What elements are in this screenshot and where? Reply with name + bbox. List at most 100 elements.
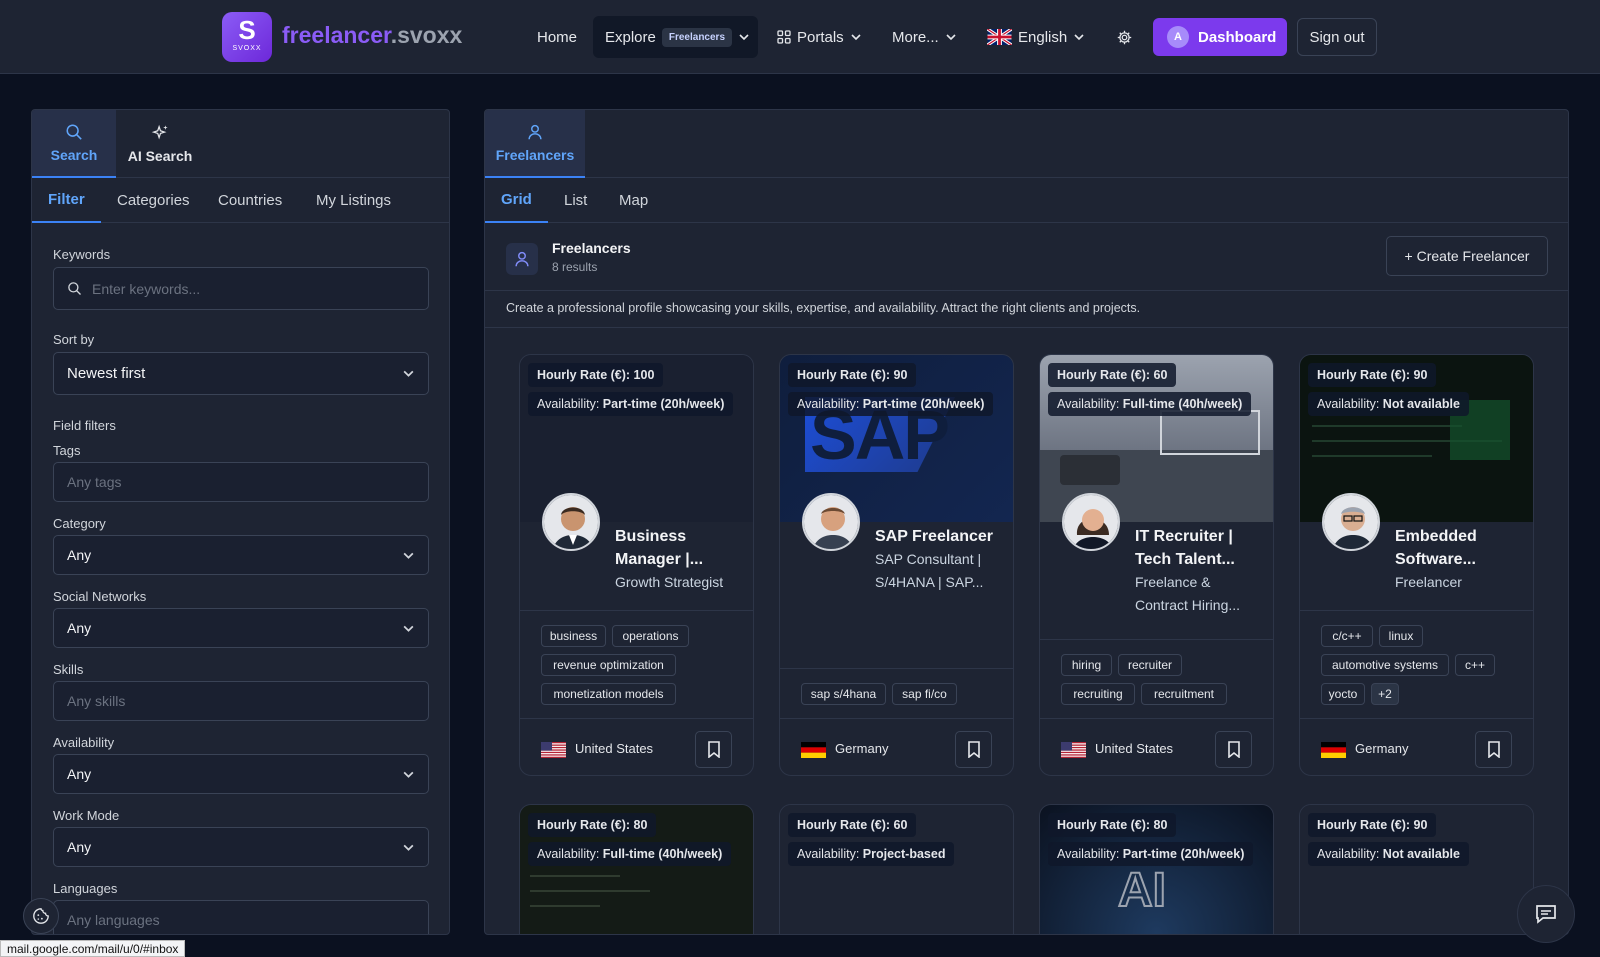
status-bar-url: mail.google.com/mail/u/0/#inbox bbox=[0, 940, 186, 957]
hourly-rate-badge: Hourly Rate (€): 90 bbox=[1308, 813, 1437, 837]
tab-countries[interactable]: Countries bbox=[202, 178, 298, 223]
tag[interactable]: yocto bbox=[1321, 683, 1365, 705]
skills-input[interactable]: Any skills bbox=[53, 681, 429, 721]
freelancer-card[interactable]: Hourly Rate (€): 80 Availability: Full-t… bbox=[519, 804, 754, 934]
category-select[interactable]: Any bbox=[53, 535, 429, 575]
bookmark-button[interactable] bbox=[695, 731, 732, 768]
availability-select[interactable]: Any bbox=[53, 754, 429, 794]
user-avatar: A bbox=[1167, 26, 1189, 48]
tab-grid[interactable]: Grid bbox=[485, 178, 548, 223]
field-filters-label: Field filters bbox=[53, 418, 116, 433]
tag[interactable]: c/c++ bbox=[1321, 625, 1373, 647]
nav-home[interactable]: Home bbox=[537, 16, 577, 58]
tag[interactable]: hiring bbox=[1061, 654, 1112, 676]
tag[interactable]: monetization models bbox=[541, 683, 676, 705]
freelancer-card[interactable]: Hourly Rate (€): 100 Availability: Part-… bbox=[519, 354, 754, 776]
language-selector[interactable]: English bbox=[987, 16, 1085, 58]
freelancer-card[interactable]: Hourly Rate (€): 60 Availability: Full-t… bbox=[1039, 354, 1274, 776]
sort-select[interactable]: Newest first bbox=[53, 352, 429, 395]
hourly-rate-badge: Hourly Rate (€): 90 bbox=[788, 363, 917, 387]
tags-label: Tags bbox=[53, 443, 81, 458]
bookmark-icon bbox=[967, 741, 981, 758]
chevron-down-icon bbox=[738, 31, 750, 43]
nav-more-dropdown[interactable]: More... bbox=[892, 16, 957, 58]
listing-type-tabs: Freelancers bbox=[485, 110, 1568, 178]
chevron-down-icon bbox=[402, 367, 415, 380]
results-description: Create a professional profile showcasing… bbox=[506, 301, 1141, 315]
nav-portals-dropdown[interactable]: Portals bbox=[777, 16, 862, 58]
chevron-down-icon bbox=[402, 622, 415, 635]
hourly-rate-badge: Hourly Rate (€): 80 bbox=[528, 813, 657, 837]
tag-list: sap s/4hana sap fi/co bbox=[780, 668, 1013, 718]
tab-ai-search[interactable]: AI Search bbox=[116, 110, 204, 178]
work-mode-label: Work Mode bbox=[53, 808, 120, 823]
freelancers-panel: Freelancers Grid List Map Freelancers 8 … bbox=[484, 109, 1569, 935]
tag[interactable]: automotive systems bbox=[1321, 654, 1449, 676]
tag[interactable]: recruitment bbox=[1141, 683, 1227, 705]
tag[interactable]: recruiting bbox=[1061, 683, 1135, 705]
freelancer-card[interactable]: SAP Hourly Rate (€): 90 Availability: Pa… bbox=[779, 354, 1014, 776]
tab-categories[interactable]: Categories bbox=[101, 178, 206, 223]
bookmark-icon bbox=[1227, 741, 1241, 758]
dashboard-button[interactable]: A Dashboard bbox=[1153, 18, 1287, 56]
more-tags-badge[interactable]: +2 bbox=[1371, 683, 1399, 705]
brand-logo[interactable]: S SVOXX bbox=[222, 12, 272, 62]
user-icon bbox=[526, 123, 544, 141]
card-title[interactable]: IT Recruiter | Tech Talent... bbox=[1135, 525, 1267, 571]
chevron-down-icon bbox=[1073, 31, 1085, 43]
card-footer: United States bbox=[1040, 718, 1273, 775]
freelancer-card[interactable]: Hourly Rate (€): 60 Availability: Projec… bbox=[779, 804, 1014, 934]
card-title[interactable]: Business Manager |... bbox=[615, 525, 747, 571]
social-networks-select[interactable]: Any bbox=[53, 608, 429, 648]
availability-badge: Availability: Project-based bbox=[788, 842, 955, 866]
view-mode-tabs: Grid List Map bbox=[485, 178, 1568, 223]
tag[interactable]: c++ bbox=[1455, 654, 1495, 676]
country-label: Germany bbox=[1355, 741, 1409, 756]
availability-badge: Availability: Not available bbox=[1308, 842, 1469, 866]
search-mode-tabs: Search AI Search bbox=[32, 110, 449, 178]
hourly-rate-badge: Hourly Rate (€): 100 bbox=[528, 363, 664, 387]
availability-badge: Availability: Part-time (20h/week) bbox=[528, 392, 734, 416]
tag[interactable]: revenue optimization bbox=[541, 654, 676, 676]
freelancer-card[interactable]: Hourly Rate (€): 90 Availability: Not av… bbox=[1299, 804, 1534, 934]
tab-map[interactable]: Map bbox=[603, 178, 664, 223]
tag[interactable]: recruiter bbox=[1118, 654, 1182, 676]
social-networks-label: Social Networks bbox=[53, 589, 147, 604]
work-mode-select[interactable]: Any bbox=[53, 827, 429, 867]
card-subtitle: Freelancer bbox=[1395, 574, 1462, 590]
tab-my-listings[interactable]: My Listings bbox=[300, 178, 407, 223]
us-flag-icon bbox=[541, 742, 566, 758]
keywords-input[interactable]: Enter keywords... bbox=[53, 267, 429, 310]
results-count: 8 results bbox=[552, 260, 598, 274]
hourly-rate-badge: Hourly Rate (€): 90 bbox=[1308, 363, 1437, 387]
sign-out-button[interactable]: Sign out bbox=[1297, 18, 1377, 56]
card-title[interactable]: SAP Freelancer bbox=[875, 525, 1007, 548]
languages-input[interactable]: Any languages bbox=[53, 900, 429, 934]
bookmark-button[interactable] bbox=[955, 731, 992, 768]
availability-badge: Availability: Full-time (40h/week) bbox=[528, 842, 732, 866]
avatar bbox=[1322, 493, 1380, 551]
card-footer: Germany bbox=[1300, 718, 1533, 775]
tag[interactable]: linux bbox=[1379, 625, 1423, 647]
tab-search[interactable]: Search bbox=[32, 110, 116, 178]
tag[interactable]: business bbox=[541, 625, 606, 647]
bookmark-button[interactable] bbox=[1475, 731, 1512, 768]
tag[interactable]: sap fi/co bbox=[892, 683, 957, 705]
bookmark-button[interactable] bbox=[1215, 731, 1252, 768]
nav-explore-dropdown[interactable]: Explore Freelancers bbox=[593, 16, 758, 58]
tab-freelancers[interactable]: Freelancers bbox=[485, 110, 585, 178]
cookie-settings-button[interactable] bbox=[23, 898, 59, 934]
create-freelancer-button[interactable]: + Create Freelancer bbox=[1386, 236, 1548, 276]
tab-list[interactable]: List bbox=[548, 178, 603, 223]
tag[interactable]: operations bbox=[612, 625, 689, 647]
tag[interactable]: sap s/4hana bbox=[801, 683, 886, 705]
settings-gear-icon[interactable] bbox=[1116, 16, 1133, 58]
chat-button[interactable] bbox=[1517, 885, 1575, 943]
availability-badge: Availability: Part-time (20h/week) bbox=[1048, 842, 1254, 866]
freelancer-card[interactable]: AI Hourly Rate (€): 80 Availability: Par… bbox=[1039, 804, 1274, 934]
card-title[interactable]: Embedded Software... bbox=[1395, 525, 1527, 571]
freelancer-card[interactable]: Hourly Rate (€): 90 Availability: Not av… bbox=[1299, 354, 1534, 776]
brand-name[interactable]: freelancer.svoxx bbox=[282, 22, 462, 49]
tags-input[interactable]: Any tags bbox=[53, 462, 429, 502]
tab-filter[interactable]: Filter bbox=[32, 178, 101, 223]
